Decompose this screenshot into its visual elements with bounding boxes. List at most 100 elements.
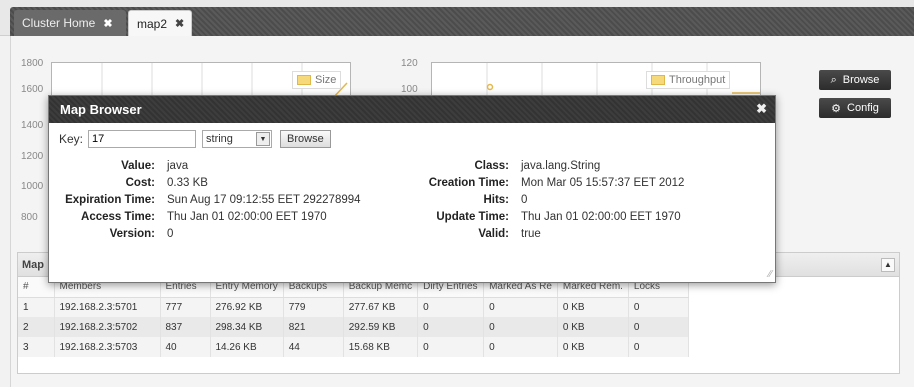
table-cell: 192.168.2.3:5703 — [54, 337, 161, 357]
version-field: Version: 0 — [57, 228, 174, 240]
key-label: Key: — [59, 132, 84, 146]
table-row[interactable]: 2 192.168.2.3:5702 837 298.34 KB 821 292… — [18, 317, 689, 337]
y-tick-label: 800 — [21, 212, 38, 223]
expiration-time-field: Expiration Time: Sun Aug 17 09:12:55 EET … — [57, 194, 361, 206]
field-value: java.lang.String — [521, 160, 601, 172]
field-label: Expiration Time: — [65, 194, 155, 206]
y-tick-label: 1600 — [21, 84, 44, 95]
table-cell: 0 — [628, 317, 689, 337]
config-button-label: Config — [847, 102, 879, 114]
table-row[interactable]: 3 192.168.2.3:5703 40 14.26 KB 44 15.68 … — [18, 337, 689, 357]
y-tick-label: 1400 — [21, 120, 44, 131]
table-cell: 15.68 KB — [343, 337, 419, 357]
y-tick-label: 1200 — [21, 151, 44, 162]
table-cell: 277.67 KB — [343, 297, 419, 317]
y-tick-label: 120 — [401, 58, 418, 69]
field-value: 0.33 KB — [167, 177, 208, 189]
panel-title: Map — [22, 259, 44, 271]
dialog-header[interactable]: Map Browser ✖ — [49, 96, 775, 123]
table-cell: 0 — [483, 317, 558, 337]
field-label: Value: — [121, 160, 155, 172]
field-label: Access Time: — [81, 211, 155, 223]
chevron-down-icon[interactable]: ▼ — [256, 132, 271, 146]
throughput-legend: Throughput — [646, 71, 731, 89]
table-cell: 3 — [18, 337, 55, 357]
tab-label: Cluster Home — [22, 16, 96, 30]
field-label: Valid: — [478, 228, 509, 240]
table-cell: 0 — [483, 337, 558, 357]
table-cell: 44 — [283, 337, 344, 357]
browse-button-label: Browse — [842, 74, 880, 86]
cost-field: Cost: 0.33 KB — [57, 177, 208, 189]
table-cell: 292.59 KB — [343, 317, 419, 337]
table-cell: 276.92 KB — [210, 297, 284, 317]
members-table: # Members Entries Entry Memory Backups B… — [18, 277, 689, 357]
legend-label: Throughput — [669, 74, 726, 86]
legend-swatch — [297, 75, 311, 85]
field-value: Thu Jan 01 02:00:00 EET 1970 — [521, 211, 681, 223]
table-cell: 1 — [18, 297, 55, 317]
table-cell: 821 — [283, 317, 344, 337]
table-cell: 0 — [417, 297, 485, 317]
table-cell: 0 — [628, 297, 689, 317]
field-label: Creation Time: — [428, 177, 509, 189]
field-value: 0 — [521, 194, 528, 206]
close-icon[interactable]: ✖ — [756, 101, 767, 117]
gear-icon: ⚙ — [831, 102, 842, 115]
tab-close-icon[interactable]: ✖ — [103, 17, 112, 30]
value-field: Value: java — [57, 160, 188, 172]
table-cell: 0 — [483, 297, 558, 317]
table-cell: 14.26 KB — [210, 337, 284, 357]
field-value: 0 — [167, 228, 174, 240]
table-cell: 40 — [160, 337, 211, 357]
table-cell: 0 KB — [557, 297, 629, 317]
field-label: Update Time: — [436, 211, 509, 223]
legend-swatch — [651, 75, 665, 85]
access-time-field: Access Time: Thu Jan 01 02:00:00 EET 1970 — [57, 211, 327, 223]
table-cell: 192.168.2.3:5701 — [54, 297, 161, 317]
field-label: Class: — [474, 160, 509, 172]
dialog-title: Map Browser — [60, 102, 142, 117]
table-row[interactable]: 1 192.168.2.3:5701 777 276.92 KB 779 277… — [18, 297, 689, 317]
field-value: Sun Aug 17 09:12:55 EET 292278994 — [167, 194, 361, 206]
legend-label: Size — [315, 74, 337, 86]
key-type-select[interactable]: string ▼ — [202, 130, 273, 148]
tab-label: map2 — [137, 16, 168, 31]
resize-handle-icon[interactable]: ∕∕ — [769, 269, 772, 280]
size-legend: Size — [292, 71, 342, 89]
table-cell: 0 — [417, 337, 485, 357]
field-value: java — [167, 160, 189, 172]
tab-close-icon[interactable]: ✖ — [175, 17, 184, 30]
valid-field: Valid: true — [409, 228, 541, 240]
browse-key-button[interactable]: Browse — [280, 130, 331, 148]
field-label: Cost: — [125, 177, 155, 189]
update-time-field: Update Time: Thu Jan 01 02:00:00 EET 1970 — [409, 211, 681, 223]
field-value: true — [521, 228, 541, 240]
table-cell: 0 — [628, 337, 689, 357]
table-cell: 837 — [160, 317, 211, 337]
hits-field: Hits: 0 — [409, 194, 527, 206]
key-input[interactable] — [88, 130, 197, 148]
table-cell: 777 — [160, 297, 211, 317]
key-row: Key: string ▼ Browse — [59, 130, 331, 148]
browse-button[interactable]: ⌕ Browse — [819, 70, 891, 90]
table-cell: 0 — [417, 317, 485, 337]
key-type-value: string — [206, 133, 233, 145]
y-tick-label: 100 — [401, 84, 418, 95]
config-button[interactable]: ⚙ Config — [819, 98, 891, 118]
tab-cluster-home[interactable]: Cluster Home ✖ — [14, 10, 126, 36]
collapse-icon[interactable]: ▲ — [881, 258, 895, 272]
map-browser-dialog: Map Browser ✖ Key: string ▼ Browse Value… — [48, 95, 776, 283]
field-label: Hits: — [483, 194, 509, 206]
field-value: Mon Mar 05 15:57:37 EET 2012 — [521, 177, 685, 189]
field-value: Thu Jan 01 02:00:00 EET 1970 — [167, 211, 327, 223]
field-label: Version: — [109, 228, 155, 240]
table-cell: 0 KB — [557, 317, 629, 337]
table-cell: 779 — [283, 297, 344, 317]
table-cell: 192.168.2.3:5702 — [54, 317, 161, 337]
tab-map2[interactable]: map2 ✖ — [128, 10, 192, 36]
search-icon: ⌕ — [830, 73, 837, 86]
y-tick-label: 1000 — [21, 181, 44, 192]
tab-bar: Cluster Home ✖ map2 ✖ — [0, 0, 914, 36]
table-cell: 0 KB — [557, 337, 629, 357]
